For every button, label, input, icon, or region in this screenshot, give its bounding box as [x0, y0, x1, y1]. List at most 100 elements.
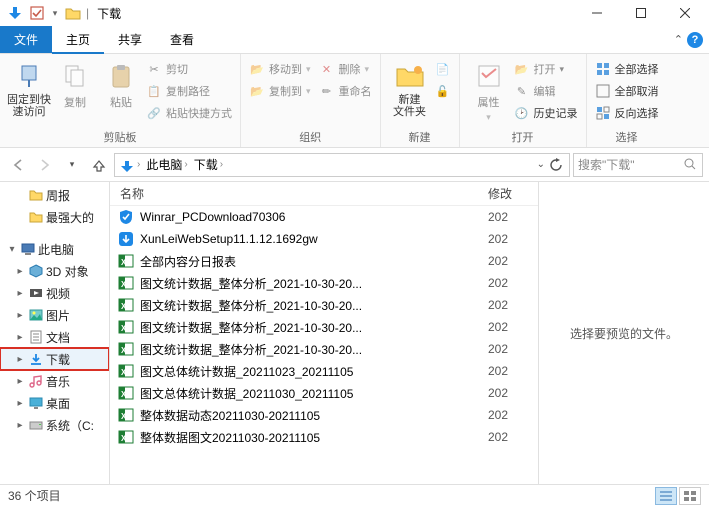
history-button[interactable]: 🕑历史记录: [512, 102, 580, 124]
file-name: 整体数据动态20211030-20211105: [140, 407, 482, 424]
excel-icon: X: [118, 341, 134, 357]
ribbon-collapse-icon[interactable]: ⌃: [674, 33, 683, 46]
minimize-button[interactable]: [575, 0, 619, 26]
tree-item-周报[interactable]: 周报: [0, 184, 109, 206]
excel-icon: X: [118, 253, 134, 269]
qat-dropdown-icon[interactable]: ▾: [50, 4, 60, 22]
twisty-icon[interactable]: ▸: [14, 376, 26, 387]
file-row[interactable]: X整体数据图文20211030-20211105202: [110, 426, 538, 448]
copy-button[interactable]: 复制: [52, 56, 98, 110]
icons-view-button[interactable]: [679, 487, 701, 505]
file-name: 图文统计数据_整体分析_2021-10-30-20...: [140, 341, 482, 358]
twisty-icon[interactable]: ▸: [14, 354, 26, 365]
file-row[interactable]: X图文统计数据_整体分析_2021-10-30-20...202: [110, 338, 538, 360]
breadcrumb-item[interactable]: 此电脑›: [144, 156, 189, 173]
music-icon: [28, 373, 44, 389]
file-row[interactable]: X全部内容分日报表202: [110, 250, 538, 272]
maximize-button[interactable]: [619, 0, 663, 26]
tree-item-视频[interactable]: ▸视频: [0, 282, 109, 304]
delete-button[interactable]: ✕删除▾: [317, 58, 374, 80]
group-clipboard: 固定到快 速访问 复制 粘贴 ✂剪切 📋复制路径 🔗粘贴快捷方式 剪贴板: [0, 54, 241, 147]
back-button[interactable]: [6, 153, 30, 177]
twisty-icon[interactable]: ▸: [14, 420, 26, 431]
file-name: 全部内容分日报表: [140, 253, 482, 270]
file-row[interactable]: X图文统计数据_整体分析_2021-10-30-20...202: [110, 294, 538, 316]
column-name[interactable]: 名称: [110, 185, 488, 202]
edit-button[interactable]: ✎编辑: [512, 80, 580, 102]
file-row[interactable]: Winrar_PCDownload70306202: [110, 206, 538, 228]
easy-access-button[interactable]: 🔓: [433, 80, 453, 102]
move-to-button[interactable]: 📂移动到▾: [247, 58, 313, 80]
tree-item-音乐[interactable]: ▸音乐: [0, 370, 109, 392]
tree-item-此电脑[interactable]: ▾此电脑: [0, 238, 109, 260]
pin-quick-access-button[interactable]: 固定到快 速访问: [6, 56, 52, 118]
ribbon: 固定到快 速访问 复制 粘贴 ✂剪切 📋复制路径 🔗粘贴快捷方式 剪贴板 📂移动…: [0, 54, 709, 148]
twisty-icon[interactable]: ▸: [14, 266, 26, 277]
rename-button[interactable]: ✏重命名: [317, 80, 374, 102]
paste-button[interactable]: 粘贴: [98, 56, 144, 110]
cut-button[interactable]: ✂剪切: [144, 58, 234, 80]
forward-button[interactable]: [33, 153, 57, 177]
search-icon: [684, 158, 698, 172]
qat-checkbox-icon[interactable]: [28, 4, 46, 22]
tree-item-文档[interactable]: ▸文档: [0, 326, 109, 348]
properties-button[interactable]: 属性 ▾: [466, 56, 512, 123]
tab-file[interactable]: 文件: [0, 26, 52, 53]
tree-item-系统（C:[interactable]: ▸系统（C:: [0, 414, 109, 436]
paste-shortcut-button[interactable]: 🔗粘贴快捷方式: [144, 102, 234, 124]
tab-share[interactable]: 共享: [104, 26, 156, 53]
new-item-button[interactable]: 📄: [433, 58, 453, 80]
twisty-icon[interactable]: ▸: [14, 332, 26, 343]
twisty-icon[interactable]: ▾: [6, 244, 18, 255]
tree-item-3D 对象[interactable]: ▸3D 对象: [0, 260, 109, 282]
file-row[interactable]: XunLeiWebSetup11.1.12.1692gw202: [110, 228, 538, 250]
tree-item-最强大的[interactable]: 最强大的: [0, 206, 109, 228]
disk-icon: [28, 417, 44, 433]
tab-home[interactable]: 主页: [52, 26, 104, 54]
download-icon: [28, 351, 44, 367]
file-row[interactable]: X图文总体统计数据_20211023_20211105202: [110, 360, 538, 382]
excel-icon: X: [118, 407, 134, 423]
file-list[interactable]: Winrar_PCDownload70306202XunLeiWebSetup1…: [110, 206, 538, 484]
breadcrumb-item[interactable]: 下载›: [192, 156, 225, 173]
twisty-icon[interactable]: ▸: [14, 398, 26, 409]
close-button[interactable]: [663, 0, 707, 26]
folder-root-icon[interactable]: ›: [117, 158, 142, 172]
navigation-pane[interactable]: 周报最强大的 ▾此电脑▸3D 对象▸视频▸图片▸文档▸下载▸音乐▸桌面▸系统（C:: [0, 182, 110, 484]
up-button[interactable]: [87, 153, 111, 177]
file-row[interactable]: X图文总体统计数据_20211030_20211105202: [110, 382, 538, 404]
group-new: 新建 文件夹 📄 🔓 新建: [381, 54, 460, 147]
new-folder-button[interactable]: 新建 文件夹: [387, 56, 433, 118]
file-row[interactable]: X图文统计数据_整体分析_2021-10-30-20...202: [110, 272, 538, 294]
tree-item-桌面[interactable]: ▸桌面: [0, 392, 109, 414]
copy-path-button[interactable]: 📋复制路径: [144, 80, 234, 102]
twisty-icon[interactable]: ▸: [14, 310, 26, 321]
address-dropdown-icon[interactable]: ⌄: [537, 159, 545, 170]
select-all-button[interactable]: 全部选择: [593, 58, 661, 80]
search-input[interactable]: 搜索"下载": [573, 153, 703, 177]
tree-item-label: 周报: [46, 187, 70, 204]
pin-icon: [13, 60, 45, 92]
details-view-button[interactable]: [655, 487, 677, 505]
tree-item-图片[interactable]: ▸图片: [0, 304, 109, 326]
copy-to-button[interactable]: 📂复制到▾: [247, 80, 313, 102]
help-icon[interactable]: ?: [687, 32, 703, 48]
column-modified[interactable]: 修改: [488, 185, 538, 202]
open-button[interactable]: 📂打开▾: [512, 58, 580, 80]
shortcut-icon: 🔗: [146, 105, 162, 121]
file-row[interactable]: X图文统计数据_整体分析_2021-10-30-20...202: [110, 316, 538, 338]
invert-select-button[interactable]: 反向选择: [593, 102, 661, 124]
column-headers[interactable]: 名称 修改: [110, 182, 538, 206]
tab-view[interactable]: 查看: [156, 26, 208, 53]
refresh-icon[interactable]: [549, 158, 563, 172]
file-row[interactable]: X整体数据动态20211030-20211105202: [110, 404, 538, 426]
copyto-icon: 📂: [249, 83, 265, 99]
recent-dropdown[interactable]: ▾: [60, 153, 84, 177]
group-open: 属性 ▾ 📂打开▾ ✎编辑 🕑历史记录 打开: [460, 54, 587, 147]
breadcrumb-bar[interactable]: › 此电脑› 下载› ⌄: [114, 153, 570, 177]
file-name: 图文统计数据_整体分析_2021-10-30-20...: [140, 275, 482, 292]
select-none-button[interactable]: 全部取消: [593, 80, 661, 102]
twisty-icon[interactable]: ▸: [14, 288, 26, 299]
easy-access-icon: 🔓: [435, 83, 451, 99]
tree-item-下载[interactable]: ▸下载: [0, 348, 109, 370]
